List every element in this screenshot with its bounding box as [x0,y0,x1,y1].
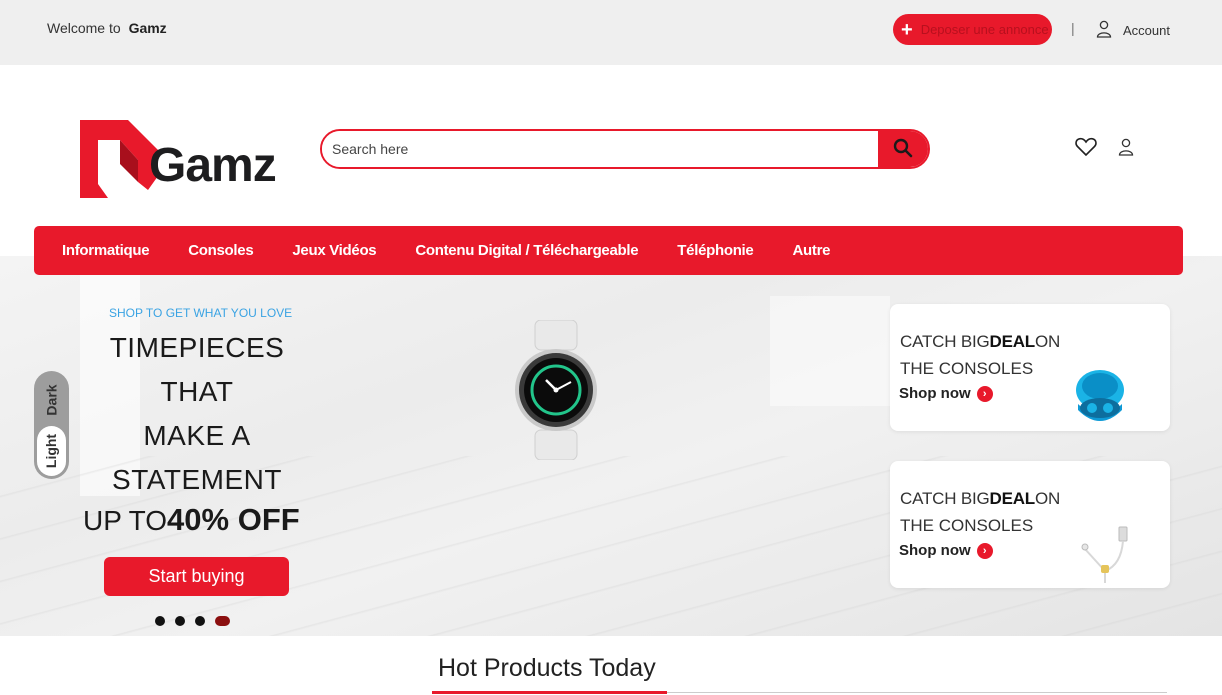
promo-title-post: ON [1035,332,1061,351]
promo-title-pre: CATCH BIG [900,489,990,508]
post-ad-button[interactable]: + Deposer une annonce [893,14,1052,45]
carousel-dots [155,616,230,626]
smartwatch-image [513,319,599,465]
arrow-right-icon: › [976,542,993,559]
nav-item-autre[interactable]: Autre [792,242,830,259]
account-link[interactable]: Account [1096,20,1170,41]
hero-headline: TIMEPIECES THAT MAKE A STATEMENT [82,326,312,502]
promo-title-pre: CATCH BIG [900,332,990,351]
theme-toggle[interactable]: Dark Light [34,371,69,479]
nav-item-telephonie[interactable]: Téléphonie [677,242,753,259]
carousel-dot-active[interactable] [215,616,230,626]
earphones-image [1075,525,1135,590]
promo-card[interactable]: CATCH BIGDEALON THE CONSOLES Shop now › [890,461,1170,588]
post-ad-label: Deposer une annonce [920,22,1049,37]
welcome-text: Welcome to [47,20,121,36]
carousel-dot[interactable] [195,616,205,626]
headline-line: STATEMENT [112,464,282,495]
earbuds-case-image [1072,366,1128,433]
topbar-separator: | [1071,20,1075,36]
nav-item-consoles[interactable]: Consoles [188,242,253,259]
wishlist-button[interactable] [1074,137,1098,161]
heart-icon [1075,137,1097,162]
nav-item-contenu-digital[interactable]: Contenu Digital / Téléchargeable [415,242,638,259]
discount-value: 40% OFF [167,502,300,537]
section-title-underline [432,691,667,694]
hero-tagline: SHOP TO GET WHAT YOU LOVE [109,306,293,320]
logo-text: Gamz [149,139,277,192]
carousel-dot[interactable] [175,616,185,626]
section-divider [667,692,1167,693]
top-bar: Welcome to Gamz + Deposer une annonce | … [0,0,1222,65]
account-label: Account [1123,23,1170,38]
shop-now-link[interactable]: Shop now › [899,542,993,559]
main-nav: Informatique Consoles Jeux Vidéos Conten… [34,226,1183,275]
headline-line: THAT [160,376,234,407]
start-buying-button[interactable]: Start buying [104,557,289,596]
shop-now-label: Shop now [899,542,971,559]
plus-icon: + [901,18,913,41]
theme-dark-label: Dark [43,384,60,416]
promo-subtitle: THE CONSOLES [900,516,1034,535]
search-bar [320,129,930,169]
nav-item-jeux-videos[interactable]: Jeux Vidéos [292,242,376,259]
promo-title-bold: DEAL [989,332,1036,351]
nav-item-informatique[interactable]: Informatique [62,242,150,259]
section-title: Hot Products Today [438,654,656,682]
theme-option-dark[interactable]: Dark [34,377,69,423]
promo-card[interactable]: CATCH BIGDEALON THE CONSOLES Shop now › [890,304,1170,431]
promo-title: CATCH BIGDEALON [900,332,1060,352]
arrow-right-icon: › [976,385,993,402]
shop-now-label: Shop now [899,385,971,402]
headline-line: MAKE A [143,420,251,451]
promo-title-bold: DEAL [989,489,1036,508]
promo-subtitle: THE CONSOLES [900,359,1034,378]
user-icon [1096,20,1112,41]
theme-option-light[interactable]: Light [37,426,66,476]
user-icon [1118,138,1134,161]
carousel-dot[interactable] [155,616,165,626]
theme-light-label: Light [43,433,60,469]
hero-banner: SHOP TO GET WHAT YOU LOVE TIMEPIECES THA… [0,256,1222,636]
welcome-brand: Gamz [128,20,167,36]
search-button[interactable] [878,131,928,167]
discount-prefix: UP TO [83,505,168,536]
shop-now-link[interactable]: Shop now › [899,385,993,402]
welcome-message: Welcome to Gamz [47,20,167,36]
site-logo[interactable]: Gamz [80,120,290,198]
search-input[interactable] [322,131,878,167]
headline-line: TIMEPIECES [109,332,285,363]
background-shape [770,296,890,406]
promo-title-post: ON [1035,489,1061,508]
user-profile-button[interactable] [1114,137,1138,161]
search-icon [893,138,913,161]
hero-discount: UP TO40% OFF [83,502,300,538]
logo-mark-icon [80,120,158,198]
promo-title: CATCH BIGDEALON [900,489,1060,509]
